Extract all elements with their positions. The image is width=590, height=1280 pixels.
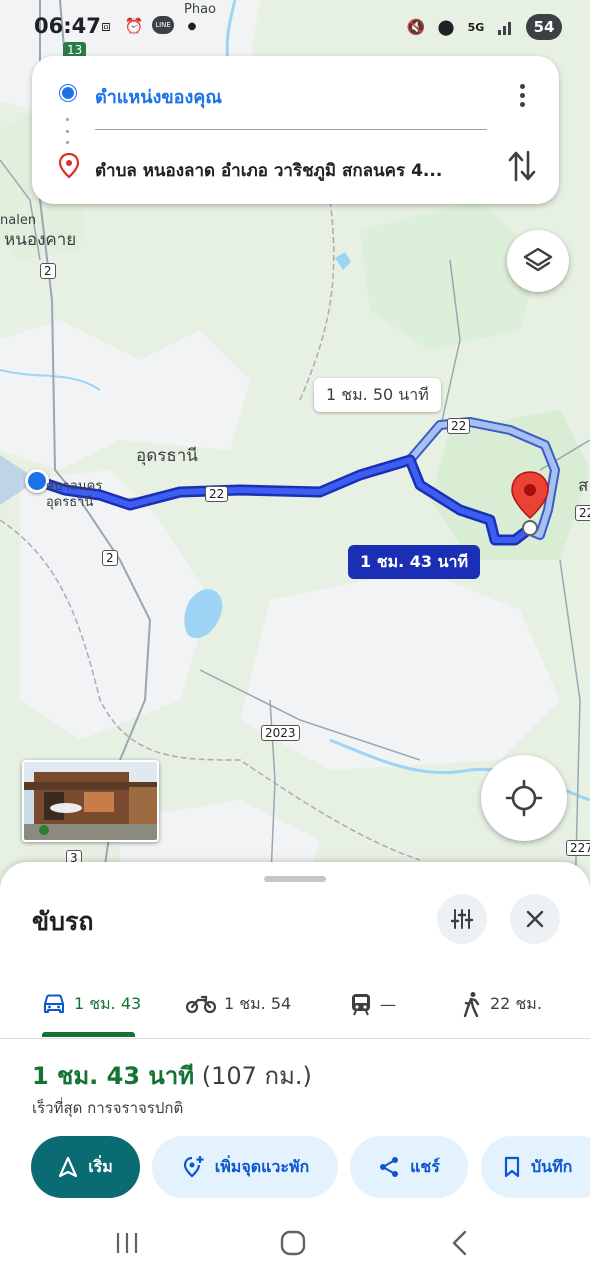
home-icon (280, 1230, 306, 1256)
layers-icon (523, 247, 553, 272)
destination-field[interactable]: ตำบล หนองลาด อำเภอ วาริชภูมิ สกลนคร 4... (95, 157, 495, 184)
status-bar: 06:47 ⧈ ⏰ LINE ● 🔇 ⬤ 5G 54 (0, 0, 590, 56)
directions-card: ตำแหน่งของคุณ ตำบล หนองลาด อำเภอ วาริชภู… (32, 56, 559, 204)
tab-drive[interactable]: 1 ชม. 43 (42, 982, 141, 1026)
car-icon (44, 994, 64, 1013)
mute-icon: 🔇 (406, 18, 426, 36)
road-shield: 2 (102, 550, 118, 566)
train-icon (352, 994, 370, 1016)
close-button[interactable] (510, 894, 560, 944)
walk-icon (463, 992, 480, 1017)
start-button[interactable]: เริ่ม (31, 1136, 140, 1198)
tab-walk-label: 22 ชม. (490, 993, 542, 1013)
route-alt-time[interactable]: 1 ชม. 50 นาที (314, 378, 441, 412)
tabs-divider (0, 1038, 590, 1039)
layers-button[interactable] (507, 230, 569, 292)
route-summary: 1 ชม. 43 นาที (107 กม.) (32, 1056, 312, 1095)
tab-transit[interactable]: — (350, 982, 396, 1026)
drag-handle[interactable] (264, 876, 326, 882)
active-tab-indicator (42, 1032, 135, 1037)
back-icon (452, 1230, 467, 1256)
signal-icon (496, 17, 516, 37)
add-stop-button[interactable]: เพิ่มจุดแวะพัก (152, 1136, 338, 1198)
battery-indicator: 54 (526, 14, 562, 40)
route-distance: (107 กม.) (201, 1062, 312, 1090)
save-button-label: บันทึก (531, 1156, 573, 1176)
crosshair-icon (505, 779, 543, 817)
route-connector-dots (66, 118, 70, 144)
street-view-thumbnail[interactable] (22, 760, 159, 842)
location-icon: ⬤ (437, 18, 455, 36)
save-button[interactable]: บันทึก (481, 1136, 590, 1198)
screenshot-icon: ⧈ (101, 17, 111, 35)
back-button[interactable] (440, 1228, 480, 1258)
road-shield: 22 (447, 418, 471, 434)
directions-bottom-sheet: ขับรถ 1 ชม. 43 1 ชม. 54 — 22 ชม. 1 ชม. 4… (0, 862, 590, 1280)
tab-walk[interactable]: 22 ชม. (462, 982, 542, 1026)
origin-field[interactable]: ตำแหน่งของคุณ (95, 82, 222, 111)
action-buttons: เริ่ม เพิ่มจุดแวะพัก แชร์ บันทึก (0, 1136, 590, 1198)
map-label-city-west: หนองคาย (4, 230, 77, 250)
add-location-icon (183, 1156, 204, 1178)
route-options-button[interactable] (437, 894, 487, 944)
map-label-east-edge: ส (578, 476, 589, 496)
share-button[interactable]: แชร์ (350, 1136, 468, 1198)
origin-dot-icon (60, 85, 76, 101)
sheet-title: ขับรถ (32, 907, 94, 936)
recent-apps-button[interactable] (107, 1228, 147, 1258)
system-nav-bar (0, 1210, 590, 1280)
alarm-icon: ⏰ (124, 17, 144, 35)
dot-icon: ● (187, 20, 197, 32)
road-shield: 227 (566, 840, 590, 856)
map-label-origin-1: ศบาลนคร (46, 479, 103, 494)
close-icon (526, 910, 544, 928)
map-label-origin-2: อุดรธานี (46, 495, 94, 510)
network-label: 5G (467, 20, 485, 34)
destination-pin-icon[interactable] (509, 470, 551, 536)
map-label-region: อุดรธานี (136, 446, 198, 466)
navigation-arrow-icon (59, 1156, 78, 1178)
share-icon (380, 1157, 399, 1177)
start-button-label: เริ่ม (88, 1156, 113, 1176)
map-view[interactable]: 06:47 ⧈ ⏰ LINE ● 🔇 ⬤ 5G 54 Phao nalen หน… (0, 0, 590, 900)
travel-mode-tabs: 1 ชม. 43 1 ชม. 54 — 22 ชม. (0, 972, 590, 1038)
destination-pin-small-icon (58, 153, 80, 179)
recent-apps-icon (116, 1233, 138, 1253)
status-time: 06:47 (34, 14, 101, 38)
more-options-icon[interactable] (507, 80, 537, 110)
motorcycle-icon (186, 995, 216, 1014)
road-shield: 2 (40, 263, 56, 279)
tab-motorcycle-label: 1 ชม. 54 (224, 993, 292, 1013)
tab-transit-label: — (380, 994, 396, 1014)
road-shield: 22 (575, 505, 590, 521)
my-location-button[interactable] (481, 755, 567, 841)
swap-icon[interactable] (507, 148, 537, 184)
road-shield: 2023 (261, 725, 300, 741)
field-divider (95, 129, 487, 130)
line-icon: LINE (152, 16, 174, 34)
add-stop-button-label: เพิ่มจุดแวะพัก (214, 1156, 310, 1176)
home-button[interactable] (273, 1228, 313, 1258)
street-view-image (24, 762, 157, 840)
map-label-city-north: Phao (184, 2, 216, 17)
road-shield: 22 (205, 486, 229, 502)
route-duration: 1 ชม. 43 นาที (32, 1062, 195, 1090)
tune-icon (450, 909, 474, 929)
route-description: เร็วที่สุด การจราจรปกติ (32, 1099, 184, 1117)
tab-motorcycle[interactable]: 1 ชม. 54 (186, 982, 291, 1026)
bookmark-icon (504, 1156, 520, 1178)
tab-drive-label: 1 ชม. 43 (74, 993, 142, 1013)
route-main-time[interactable]: 1 ชม. 43 นาที (348, 545, 481, 579)
share-button-label: แชร์ (410, 1156, 440, 1176)
